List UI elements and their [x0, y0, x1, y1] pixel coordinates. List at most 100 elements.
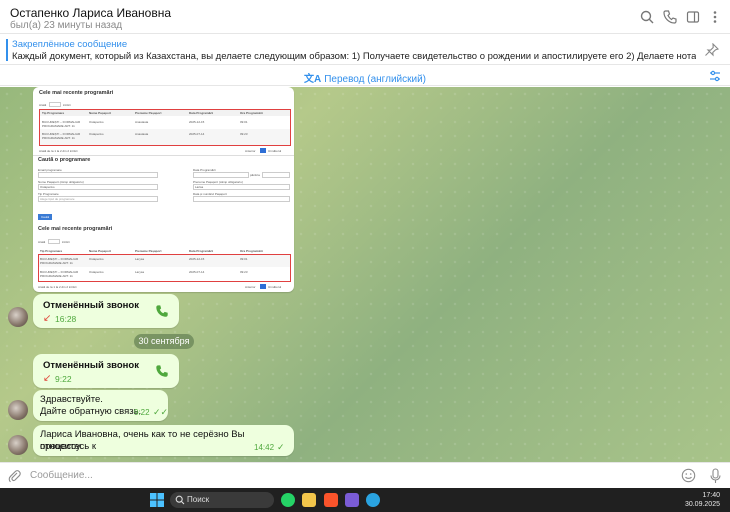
- chat-header: Остапенко Лариса Ивановна был(а) 23 мину…: [0, 0, 730, 34]
- photo-divider: [33, 155, 294, 156]
- photo-col2-firstname: Prenume Pașaport: [135, 249, 162, 253]
- photo-col-type: Tip Programare: [42, 111, 65, 115]
- unpin-icon[interactable]: [704, 43, 720, 57]
- phone-callback-icon[interactable]: [155, 364, 169, 378]
- translate-button[interactable]: 文A Перевод (английский): [0, 70, 730, 85]
- photo-footer-bottom: Arată de la 1 la 2 din 2 intrări: [38, 285, 77, 289]
- missed-call-bubble[interactable]: Отменённый звонок ↙ 16:28: [33, 294, 179, 328]
- photo-row2-firstname: Anastasia: [135, 132, 149, 136]
- photo-row4-type: BUCUREȘTI – FORMALIAR PROGRAMARE ART. 11: [40, 270, 79, 278]
- translate-bar: 文A Перевод (английский): [0, 66, 730, 86]
- photo-next-top: Următorul: [268, 149, 282, 153]
- file-explorer-icon[interactable]: [302, 493, 316, 507]
- call-title: Отменённый звонок: [43, 300, 139, 311]
- brave-browser-icon[interactable]: [324, 493, 338, 507]
- photo-col2-time: Ora Programării: [240, 249, 263, 253]
- photo-row4-firstname: Larysa: [135, 270, 145, 274]
- photo-row3-type: BUCUREȘTI – FORMALIAR PROGRAMARE ART. 11: [40, 257, 79, 265]
- photo-col2-date: Data Programării: [189, 249, 214, 253]
- photo-section1-title: Cele mai recente programări: [39, 90, 114, 96]
- telegram-icon[interactable]: [366, 493, 380, 507]
- windows-taskbar: Поиск 17:40 30.09.2025: [0, 488, 730, 512]
- call-time: 16:28: [55, 314, 77, 324]
- avatar[interactable]: [8, 435, 28, 455]
- microphone-icon[interactable]: [709, 468, 722, 484]
- whatsapp-icon[interactable]: [281, 493, 295, 507]
- missed-call-arrow-icon: ↙: [43, 313, 52, 324]
- photo-row2-time: 09:23: [240, 132, 248, 136]
- missed-call-bubble[interactable]: Отменённый звонок ↙ 9:22: [33, 354, 179, 388]
- contact-name[interactable]: Остапенко Лариса Ивановна: [10, 6, 171, 20]
- photo-field-lastname: [38, 184, 158, 190]
- photo-message[interactable]: Cele mai recente programări Arată intrăr…: [33, 87, 294, 292]
- photo-col2-lastname: Nume Pașaport: [89, 249, 112, 253]
- photo-row3-time: 09:01: [240, 257, 248, 261]
- photo-value-firstname: Larisa: [195, 185, 204, 189]
- photo-prev-bottom: Anterior: [245, 285, 256, 289]
- photo-row3-firstname: Larysa: [135, 257, 145, 261]
- pinned-text: Каждый документ, который из Казахстана, …: [12, 51, 696, 62]
- photo-entries-select-2: [48, 239, 60, 244]
- photo-show-label: Arată: [39, 103, 47, 107]
- date-separator: 30 сентября: [134, 334, 194, 349]
- missed-call-arrow-icon: ↙: [43, 373, 52, 384]
- last-seen-status: был(а) 23 минуты назад: [10, 20, 123, 31]
- message-line-2: Дайте обратную связь.: [40, 406, 142, 417]
- call-title: Отменённый звонок: [43, 360, 139, 371]
- photo-row3-date: 2025-12-15: [189, 257, 205, 261]
- message-line-1: Здравствуйте.: [40, 394, 103, 405]
- pinned-title: Закреплённое сообщение: [12, 39, 128, 50]
- app-icon[interactable]: [345, 493, 359, 507]
- photo-row2-lastname: Ostapenko: [89, 132, 104, 136]
- phone-icon[interactable]: [662, 9, 678, 25]
- message-time: 14:42: [254, 443, 275, 452]
- more-vertical-icon[interactable]: [707, 9, 723, 25]
- message-line-2: процессу.: [40, 441, 83, 452]
- chat-messages-area[interactable]: Cele mai recente programări Arată intrăr…: [0, 87, 730, 462]
- photo-field-date-from: [193, 172, 249, 178]
- photo-entries-label: intrări: [63, 103, 71, 107]
- translate-label: Перевод (английский): [324, 74, 426, 85]
- attach-icon[interactable]: [8, 469, 21, 483]
- photo-row4-time: 09:23: [240, 270, 248, 274]
- photo-field-firstname: [193, 184, 290, 190]
- photo-field-email: [38, 172, 158, 178]
- search-icon[interactable]: [639, 9, 655, 25]
- clock-date: 30.09.2025: [684, 501, 720, 508]
- message-bubble[interactable]: Лариса Ивановна, очень как то не серёзно…: [33, 425, 294, 456]
- photo-search-button-label: Caută: [41, 215, 50, 219]
- avatar[interactable]: [8, 400, 28, 420]
- read-checkmarks-icon: ✓✓: [153, 407, 169, 417]
- clock-time: 17:40: [702, 492, 720, 499]
- emoji-icon[interactable]: [681, 468, 696, 483]
- photo-row1-type: BUCUREȘTI – FORMALIAR PROGRAMARE ART. 11: [42, 120, 81, 128]
- phone-callback-icon[interactable]: [155, 304, 169, 318]
- avatar[interactable]: [8, 307, 28, 327]
- photo-footer-top: Arată de la 1 la 2 din 2 intrări: [39, 149, 78, 153]
- photo-next-bottom: Următorul: [268, 285, 282, 289]
- taskbar-search[interactable]: Поиск: [170, 492, 274, 508]
- windows-start-icon[interactable]: [150, 493, 164, 507]
- sidebar-icon[interactable]: [685, 9, 701, 25]
- photo-prev-top: Anterior: [245, 149, 256, 153]
- photo-field-date-to: [262, 172, 290, 178]
- pinned-accent-bar: [6, 39, 8, 61]
- photo-label-until: până la: [250, 173, 260, 177]
- read-checkmark-icon: ✓: [277, 442, 285, 452]
- translate-icon: 文A: [304, 74, 322, 85]
- photo-col-lastname: Nume Pașaport: [89, 111, 112, 115]
- photo-page-bottom: [260, 284, 266, 289]
- message-bubble[interactable]: Здравствуйте. Дайте обратную связь. 9:22…: [33, 390, 168, 421]
- photo-row2-date: 2025-07-14: [189, 132, 205, 136]
- message-composer[interactable]: Сообщение...: [0, 462, 730, 488]
- photo-value-type: Alege tipul de programare: [40, 197, 75, 201]
- photo-entries-label-2: intrări: [62, 240, 70, 244]
- pinned-message-bar[interactable]: Закреплённое сообщение Каждый документ, …: [0, 35, 730, 65]
- photo-page-top: [260, 148, 266, 153]
- message-input[interactable]: Сообщение...: [30, 470, 93, 481]
- translate-settings-icon[interactable]: [708, 69, 722, 83]
- photo-search-title: Caută o programare: [38, 157, 91, 163]
- photo-row4-lastname: Ostapenko: [89, 270, 104, 274]
- system-clock[interactable]: 17:40 30.09.2025: [685, 491, 720, 509]
- photo-entries-select: [49, 102, 61, 107]
